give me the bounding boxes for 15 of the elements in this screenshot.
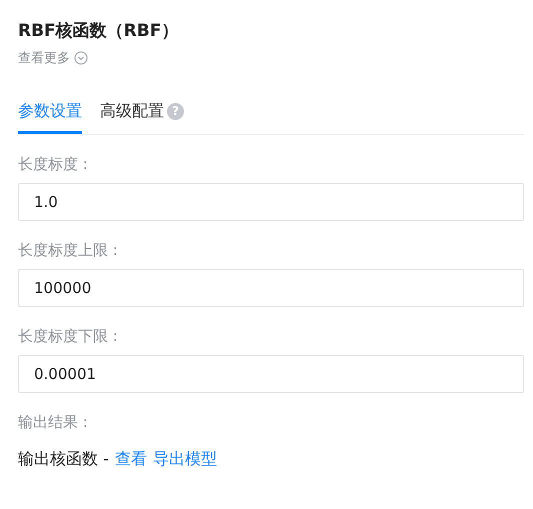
chevron-down-icon[interactable] xyxy=(74,51,88,65)
field-label: 长度标度上限 : xyxy=(18,240,119,261)
field-label: 长度标度下限 : xyxy=(18,326,119,347)
tab[interactable]: 参数设置 xyxy=(18,99,82,134)
output-text: 输出核函数 - xyxy=(18,448,109,470)
panel-title: RBF核函数（RBF） xyxy=(18,20,180,43)
input-field[interactable]: 1.0 xyxy=(18,183,524,221)
see-more-link[interactable]: 查看更多 xyxy=(18,49,70,67)
input-field[interactable]: 0.00001 xyxy=(18,355,524,393)
tab[interactable]: 高级配置 ? xyxy=(100,99,184,134)
input-field[interactable]: 100000 xyxy=(18,269,524,307)
field-label: 长度标度 : xyxy=(18,154,89,175)
output-link[interactable]: 查看 xyxy=(114,447,147,471)
output-label: 输出结果 : xyxy=(18,412,89,433)
output-link[interactable]: 导出模型 xyxy=(152,447,217,471)
